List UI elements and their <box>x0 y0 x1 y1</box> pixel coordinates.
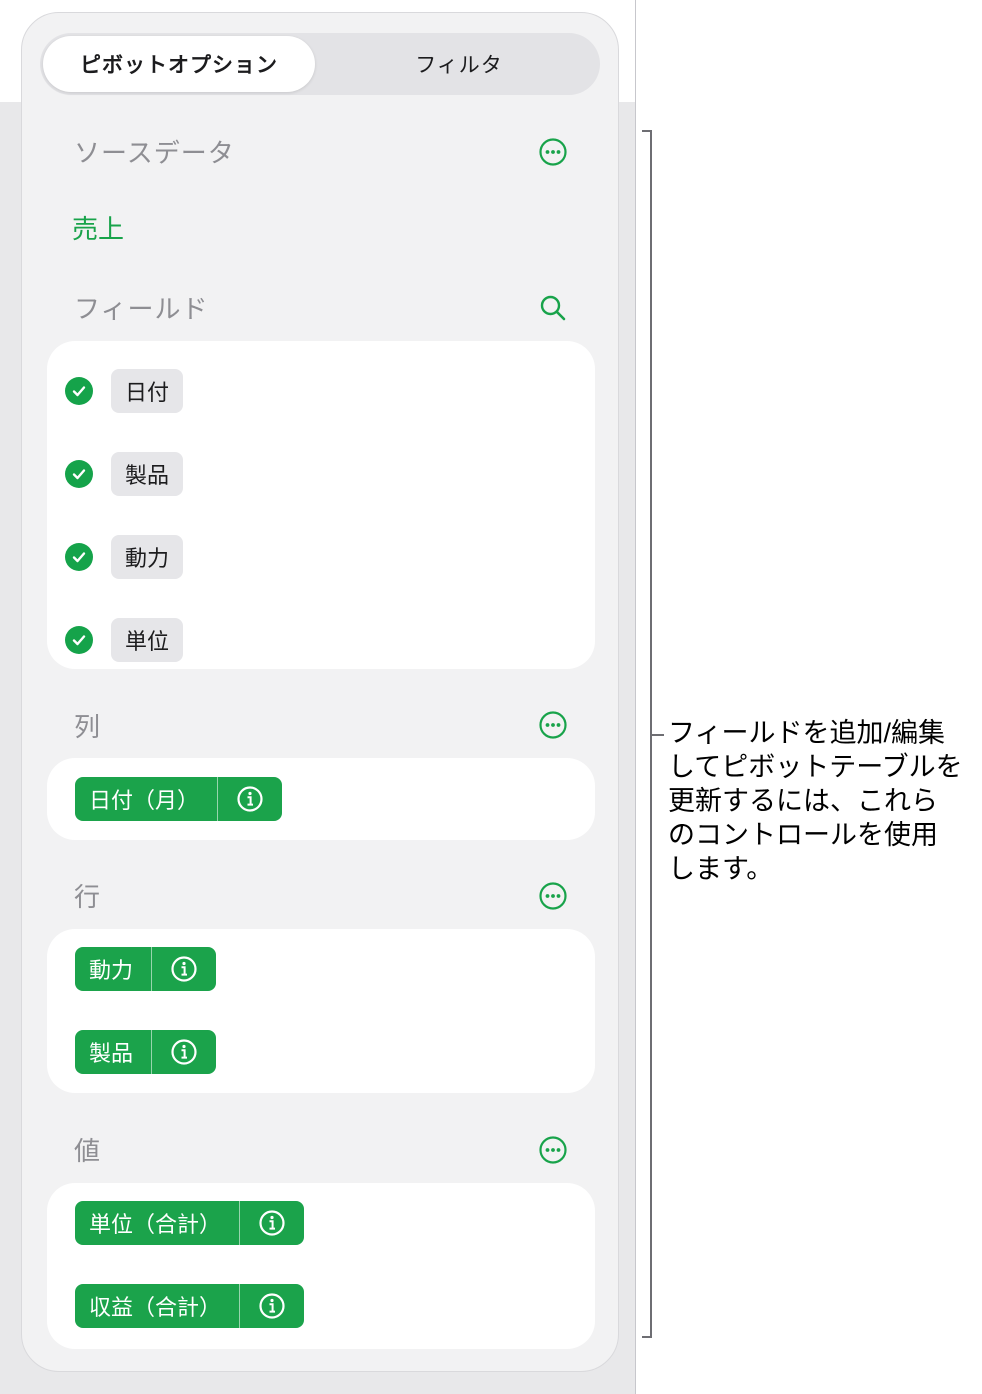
values-title: 値 <box>74 1137 102 1167</box>
info-icon <box>237 786 263 812</box>
row-field-pill[interactable]: 動力 <box>75 947 217 991</box>
callout-text: フィールドを追加/編集 してピボットテーブルを 更新するには、これら のコントロ… <box>668 718 963 884</box>
rows-card: 動力 製品 <box>47 929 595 1093</box>
info-icon <box>171 956 197 982</box>
info-button[interactable] <box>240 1284 304 1328</box>
info-icon <box>259 1293 285 1319</box>
callout-bracket <box>642 130 652 1338</box>
values-more-button[interactable] <box>538 1135 568 1165</box>
info-button[interactable] <box>152 1030 216 1074</box>
more-icon <box>539 882 567 910</box>
field-chip[interactable]: 日付 <box>111 369 184 413</box>
field-chip[interactable]: 単位 <box>111 618 184 662</box>
pill-label[interactable]: 収益（合計） <box>75 1284 239 1328</box>
columns-more-button[interactable] <box>538 710 568 740</box>
field-row[interactable]: 日付 <box>65 369 184 413</box>
field-row[interactable]: 単位 <box>65 618 184 662</box>
rows-more-button[interactable] <box>538 881 568 911</box>
field-chip[interactable]: 製品 <box>111 452 184 496</box>
checkmark-icon[interactable] <box>65 626 93 654</box>
tab-filter[interactable]: フィルタ <box>320 36 598 92</box>
source-table-link[interactable]: 売上 <box>72 209 124 246</box>
value-field-pill[interactable]: 収益（合計） <box>75 1284 305 1328</box>
column-field-pill[interactable]: 日付（月） <box>75 777 283 821</box>
fields-card: 日付 製品 動力 単位 <box>47 341 595 669</box>
segmented-control: ピボットオプション フィルタ <box>40 33 600 95</box>
fields-title: フィールド <box>74 295 209 325</box>
more-icon <box>539 711 567 739</box>
checkmark-icon[interactable] <box>65 460 93 488</box>
divider <box>635 0 636 1394</box>
rows-title: 行 <box>74 883 102 913</box>
info-icon <box>171 1039 197 1065</box>
columns-card: 日付（月） <box>47 758 595 840</box>
search-icon <box>540 295 566 321</box>
more-icon <box>539 138 567 166</box>
checkmark-icon[interactable] <box>65 543 93 571</box>
tab-pivot-options[interactable]: ピボットオプション <box>43 36 315 92</box>
field-row[interactable]: 動力 <box>65 535 184 579</box>
field-search-button[interactable] <box>538 293 568 323</box>
callout-tick <box>652 734 664 736</box>
value-field-pill[interactable]: 単位（合計） <box>75 1201 305 1245</box>
pill-label[interactable]: 動力 <box>75 947 151 991</box>
values-card: 単位（合計） 収益（合計） <box>47 1183 595 1349</box>
more-icon <box>539 1136 567 1164</box>
source-data-title: ソースデータ <box>74 139 235 169</box>
info-button[interactable] <box>152 947 216 991</box>
pill-label[interactable]: 日付（月） <box>75 777 217 821</box>
info-button[interactable] <box>240 1201 304 1245</box>
info-icon <box>259 1210 285 1236</box>
info-button[interactable] <box>218 777 282 821</box>
pivot-options-panel: ピボットオプション フィルタ ソースデータ 売上 フィールド 日付 製品 動力 … <box>21 12 619 1372</box>
columns-title: 列 <box>74 713 102 743</box>
checkmark-icon[interactable] <box>65 377 93 405</box>
row-field-pill[interactable]: 製品 <box>75 1030 217 1074</box>
pill-label[interactable]: 単位（合計） <box>75 1201 239 1245</box>
pill-label[interactable]: 製品 <box>75 1030 151 1074</box>
field-row[interactable]: 製品 <box>65 452 184 496</box>
source-more-button[interactable] <box>538 137 568 167</box>
field-chip[interactable]: 動力 <box>111 535 184 579</box>
